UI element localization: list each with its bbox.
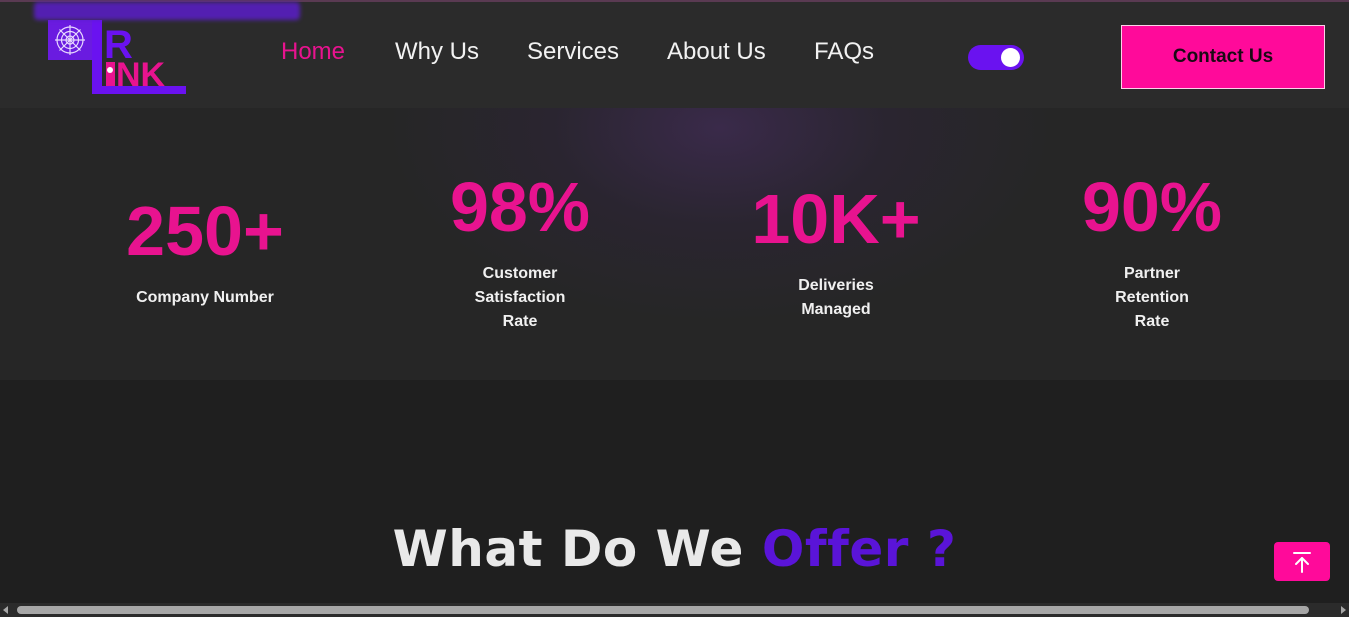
offer-heading: What Do We Offer ? bbox=[0, 520, 1349, 578]
glow-bar bbox=[34, 2, 300, 20]
theme-toggle[interactable] bbox=[968, 45, 1024, 70]
nav-faqs[interactable]: FAQs bbox=[814, 38, 874, 66]
stat-label: Partner Retention Rate bbox=[1115, 265, 1189, 330]
scrollbar-thumb[interactable] bbox=[17, 606, 1309, 614]
toggle-knob bbox=[1001, 48, 1020, 67]
arrow-up-to-line-icon bbox=[1293, 551, 1311, 573]
stat-partner-retention: 90% Partner Retention Rate bbox=[1052, 172, 1252, 334]
heading-main-text: What Do We bbox=[392, 520, 762, 578]
spider-web-icon bbox=[55, 25, 85, 55]
stat-value: 250+ bbox=[126, 192, 284, 270]
contact-button[interactable]: Contact Us bbox=[1121, 25, 1325, 89]
svg-text:NK: NK bbox=[116, 56, 166, 94]
scroll-left-icon[interactable] bbox=[3, 606, 8, 614]
nav-why-us[interactable]: Why Us bbox=[395, 38, 479, 66]
stat-customer-satisfaction: 98% Customer Satisfaction Rate bbox=[420, 172, 620, 334]
stat-value: 90% bbox=[1081, 168, 1223, 246]
stat-value: 10K+ bbox=[751, 180, 921, 258]
stat-label: Customer Satisfaction Rate bbox=[474, 265, 566, 330]
stat-company-number: 250+ Company Number bbox=[105, 196, 305, 310]
nav-home[interactable]: Home bbox=[281, 38, 345, 66]
stat-deliveries: 10K+ Deliveries Managed bbox=[736, 184, 936, 322]
heading-accent-text: Offer ? bbox=[761, 520, 957, 578]
horizontal-scrollbar[interactable] bbox=[0, 603, 1349, 617]
logo[interactable]: R NK bbox=[46, 18, 191, 96]
stat-label: Deliveries Managed bbox=[798, 277, 874, 318]
logo-wordmark: R NK bbox=[92, 20, 186, 94]
nav-about-us[interactable]: About Us bbox=[667, 38, 766, 66]
stat-label: Company Number bbox=[136, 289, 274, 306]
stats-section: 250+ Company Number 98% Customer Satisfa… bbox=[0, 108, 1349, 380]
stat-value: 98% bbox=[449, 168, 591, 246]
nav-services[interactable]: Services bbox=[527, 38, 619, 66]
scroll-to-top-button[interactable] bbox=[1274, 542, 1330, 581]
scroll-right-icon[interactable] bbox=[1341, 606, 1346, 614]
